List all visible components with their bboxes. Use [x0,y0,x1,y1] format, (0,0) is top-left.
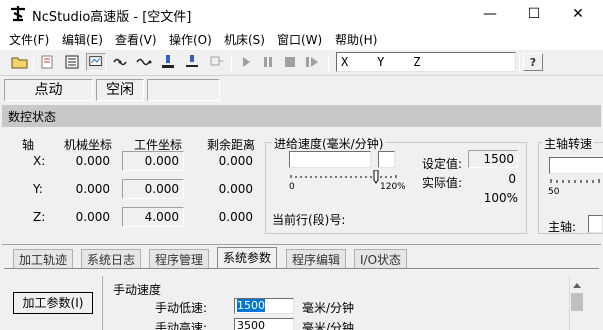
spindle-override-slider[interactable] [548,176,603,186]
step-icon[interactable] [302,53,322,71]
spindle-speed-display [549,157,603,174]
work-coord-x: 0.000 [122,151,184,171]
axis-label-z: Z: [33,210,46,224]
axis-header: 轴 [22,138,35,152]
feed-percent: 100% [483,191,518,205]
manual-low-speed-input[interactable]: 1500 [234,298,294,314]
actual-value: 0 [508,172,516,186]
current-line-label: 当前行(段)号: [272,213,346,227]
feed-rate-display [289,151,371,168]
tool-change-icon[interactable] [206,53,226,71]
state-indicator: 空闲 [96,79,144,101]
manual-low-speed-unit: 毫米/分钟 [302,301,355,315]
toolbar-separator [33,54,34,71]
manual-high-speed-unit: 毫米/分钟 [302,321,355,330]
remaining-x: 0.000 [218,154,253,168]
axis-label-x: X: [33,154,46,168]
feed-scale-max: 120% [380,182,406,192]
menu-edit[interactable]: 编辑(E) [62,31,103,48]
stop-icon[interactable] [280,53,300,71]
window-title: NcStudio高速版 - [空文件] [32,10,192,25]
tab-program-manager[interactable]: 程序管理 [149,249,210,268]
remaining-header: 剩余距离 [207,138,256,152]
tab-machining-track[interactable]: 加工轨迹 [13,249,74,268]
scroll-up-icon[interactable] [571,280,583,290]
axis-selector[interactable]: X Y Z [336,52,516,72]
document-icon[interactable] [62,53,82,71]
menu-operate[interactable]: 操作(O) [169,31,212,48]
menu-help[interactable]: 帮助(H) [335,31,377,48]
menu-window[interactable]: 窗口(W) [277,31,322,48]
slider-thumb [373,170,379,184]
app-icon [11,6,25,22]
tab-io-status[interactable]: I/O状态 [354,249,408,268]
load-program-icon[interactable] [38,53,58,71]
menu-machine[interactable]: 机床(S) [224,31,265,48]
mode-indicator: 点动 [4,79,93,101]
manual-high-speed-input[interactable]: 3500 [234,318,294,330]
toolbar-separator [328,54,329,71]
selected-value: 1500 [237,299,265,312]
manual-low-speed-label: 手动低速: [155,301,208,315]
play-icon[interactable] [236,53,256,71]
actual-value-label: 实际值: [422,176,463,190]
menu-file[interactable]: 文件(F) [9,31,49,48]
tab-system-log[interactable]: 系统日志 [81,249,142,268]
minimize-button[interactable]: — [468,0,512,28]
manual-high-speed-label: 手动高速: [155,321,208,330]
tab-program-edit[interactable]: 程序编辑 [286,249,347,268]
set-value-label: 设定值: [422,157,463,171]
tab-system-params[interactable]: 系统参数 [217,247,278,269]
machine-coord-z: 0.000 [75,210,110,224]
track-view-icon[interactable] [86,53,106,71]
feed-speed-title: 进给速度(毫米/分钟) [272,135,386,152]
feed-indicator [378,151,395,168]
open-folder-icon[interactable] [10,53,30,71]
wave-icon[interactable] [134,53,154,71]
spindle-scale-min: 50 [548,187,560,197]
help-icon[interactable]: ? [523,53,543,71]
spindle-speed-title: 主轴转速 [542,135,595,152]
machining-params-button[interactable]: 加工参数(I) [13,292,93,314]
work-coord-y: 0.000 [122,179,184,199]
work-coord-z: 4.000 [122,207,184,227]
toolbar-separator [519,54,520,71]
status-empty-pane [147,79,220,101]
scroll-thumb[interactable] [571,293,583,311]
set-value: 1500 [468,150,518,168]
manual-speed-group-label: 手动速度 [113,283,162,297]
tool-home-icon[interactable] [182,53,202,71]
signal-icon[interactable] [110,53,130,71]
close-button[interactable]: ✕ [556,0,600,28]
menu-view[interactable]: 查看(V) [115,31,157,48]
machine-coord-x: 0.000 [75,154,110,168]
spindle-value [588,215,603,233]
axis-label-y: Y: [33,182,43,196]
maximize-button[interactable]: ☐ [512,0,556,28]
remaining-y: 0.000 [218,182,253,196]
pause-icon[interactable] [258,53,278,71]
params-divider [102,276,103,330]
feed-scale-min: 0 [289,182,295,192]
remaining-z: 0.000 [218,210,253,224]
spindle-label: 主轴: [548,220,577,234]
tool-down-icon[interactable] [158,53,178,71]
toolbar-separator [231,54,232,71]
section-header: 数控状态 [2,105,601,127]
machine-coord-y: 0.000 [75,182,110,196]
machine-coord-header: 机械坐标 [64,138,113,152]
